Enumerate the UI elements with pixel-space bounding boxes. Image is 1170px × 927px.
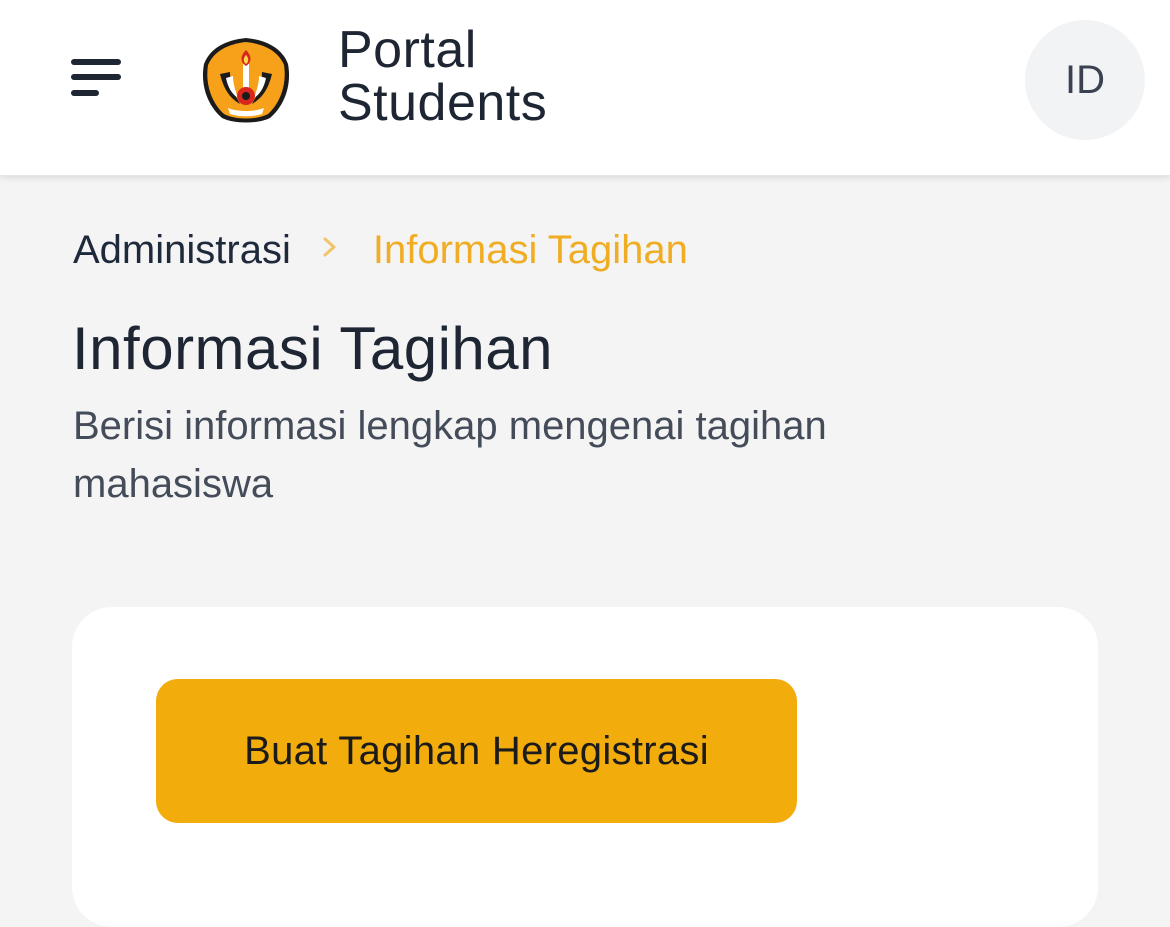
university-emblem-icon xyxy=(200,34,292,126)
content-card: Buat Tagihan Heregistrasi xyxy=(72,607,1098,927)
create-heregistration-bill-button[interactable]: Buat Tagihan Heregistrasi xyxy=(156,679,797,823)
app-brand-title: Portal Students xyxy=(338,24,547,130)
breadcrumb-item-current: Informasi Tagihan xyxy=(372,228,688,272)
top-app-bar: Portal Students ID xyxy=(0,0,1170,176)
chevron-right-icon xyxy=(321,231,339,270)
page-subtitle: Berisi informasi lengkap mengenai tagiha… xyxy=(73,404,827,506)
hamburger-menu-icon[interactable] xyxy=(60,45,132,117)
breadcrumb: Administrasi Informasi Tagihan xyxy=(73,228,688,273)
brand-line-1: Portal xyxy=(338,21,477,79)
language-switch-button[interactable]: ID xyxy=(1025,20,1145,140)
brand-line-2: Students xyxy=(338,74,548,132)
page-title: Informasi Tagihan xyxy=(72,315,553,382)
breadcrumb-item-administrasi[interactable]: Administrasi xyxy=(73,228,291,273)
